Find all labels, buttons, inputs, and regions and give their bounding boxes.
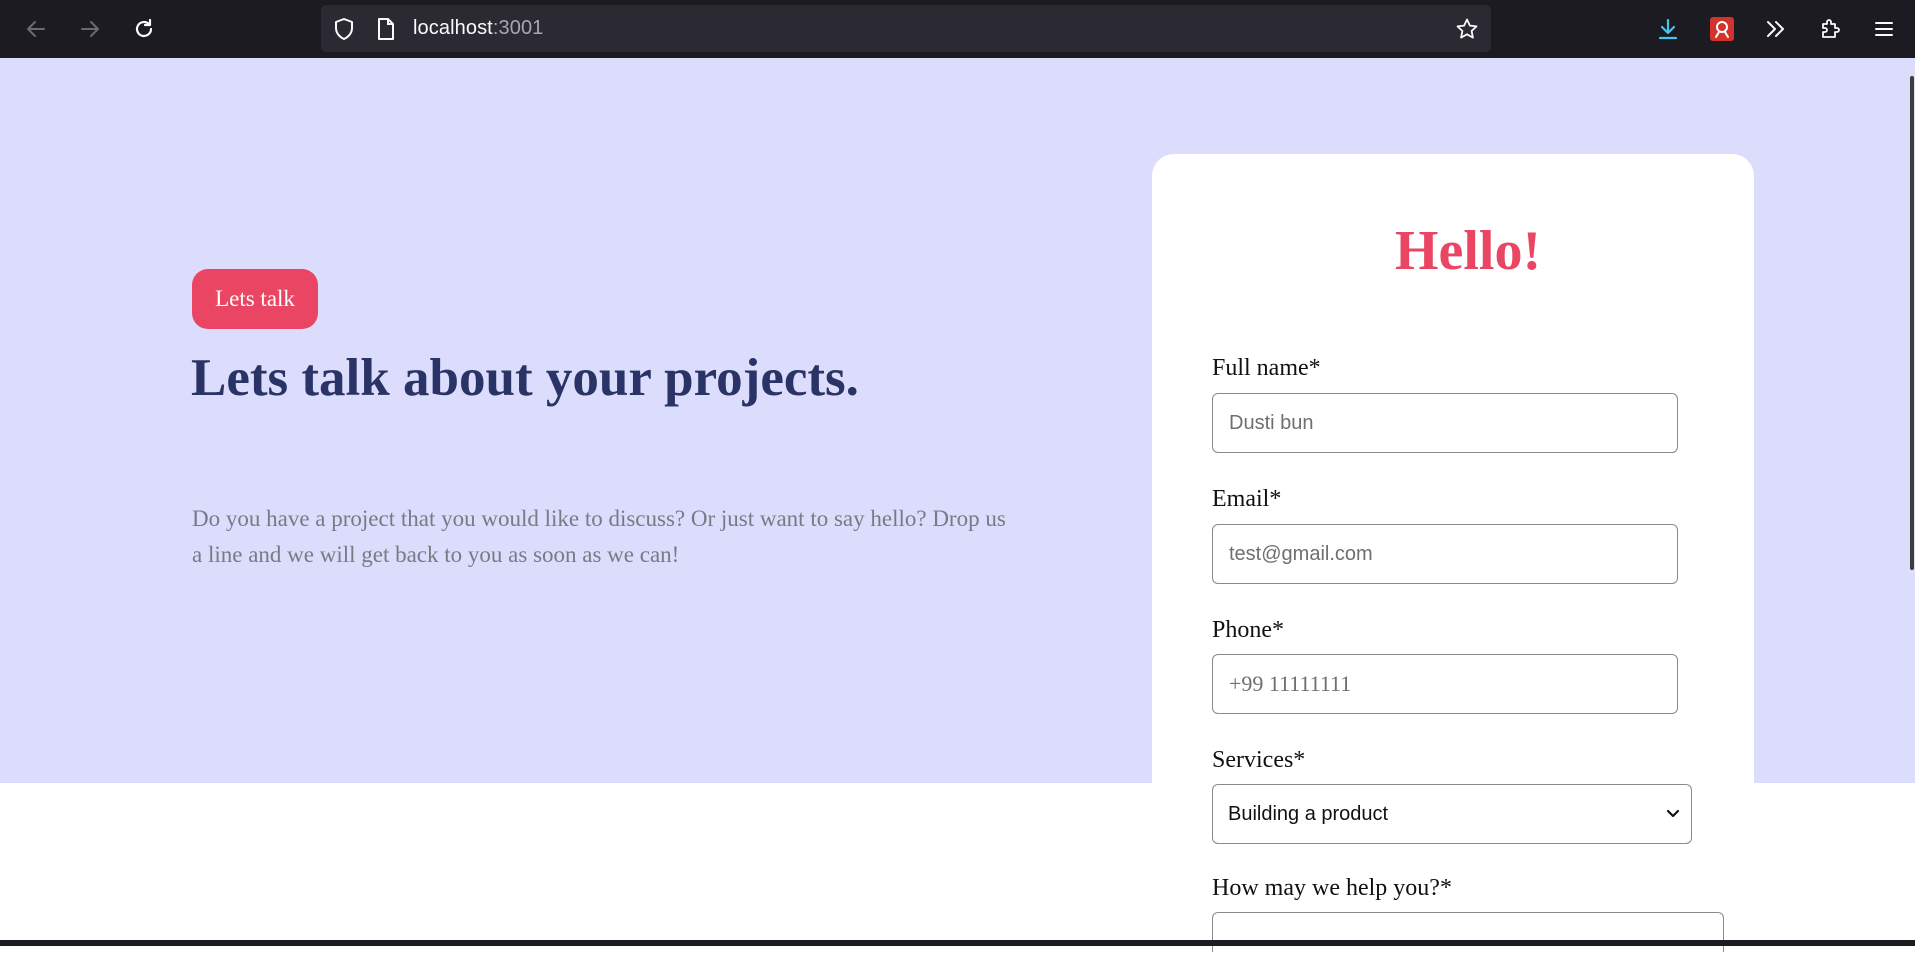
email-input[interactable] (1212, 524, 1678, 584)
extensions-button[interactable] (1812, 11, 1848, 47)
back-button[interactable] (18, 11, 54, 47)
forward-button[interactable] (72, 11, 108, 47)
page-icon[interactable] (376, 17, 396, 41)
hero-description: Do you have a project that you would lik… (192, 506, 1006, 567)
url-host: localhost (413, 17, 493, 39)
page-scrollbar[interactable] (1910, 76, 1914, 570)
arrow-left-icon (27, 21, 45, 37)
address-bar[interactable]: localhost:3001 (321, 5, 1491, 52)
form-heading: Hello! (1394, 220, 1542, 282)
overflow-button[interactable] (1758, 11, 1794, 47)
downloads-button[interactable] (1650, 11, 1686, 47)
email-label: Email* (1212, 486, 1282, 512)
window-bottom-edge (0, 940, 1915, 946)
hero-title: Lets talk about your projects. (191, 349, 859, 407)
help-textarea[interactable] (1212, 912, 1724, 952)
shield-icon[interactable] (333, 17, 355, 41)
chevron-down-icon (1666, 809, 1680, 818)
help-label: How may we help you?* (1212, 875, 1452, 901)
services-label: Services* (1212, 747, 1306, 773)
full-name-input[interactable] (1212, 393, 1678, 453)
url-text[interactable]: localhost:3001 (413, 5, 543, 52)
lets-talk-badge: Lets talk (192, 269, 318, 329)
reload-button[interactable] (126, 11, 162, 47)
hamburger-icon (1875, 22, 1893, 36)
chevrons-right-icon (1767, 21, 1784, 37)
extension-button[interactable] (1704, 11, 1740, 47)
phone-input[interactable] (1212, 654, 1678, 714)
full-name-label: Full name* (1212, 355, 1321, 381)
services-selected-value: Building a product (1228, 803, 1389, 825)
extension-app-icon (1710, 17, 1734, 41)
reload-icon (135, 18, 153, 38)
phone-label: Phone* (1212, 617, 1284, 643)
url-port: :3001 (492, 17, 544, 39)
download-icon (1658, 18, 1678, 40)
services-select[interactable]: Building a product (1212, 784, 1692, 844)
arrow-right-icon (81, 21, 99, 37)
menu-button[interactable] (1866, 11, 1902, 47)
star-icon[interactable] (1455, 17, 1479, 41)
browser-toolbar: localhost:3001 (0, 0, 1915, 58)
puzzle-icon (1822, 19, 1840, 38)
